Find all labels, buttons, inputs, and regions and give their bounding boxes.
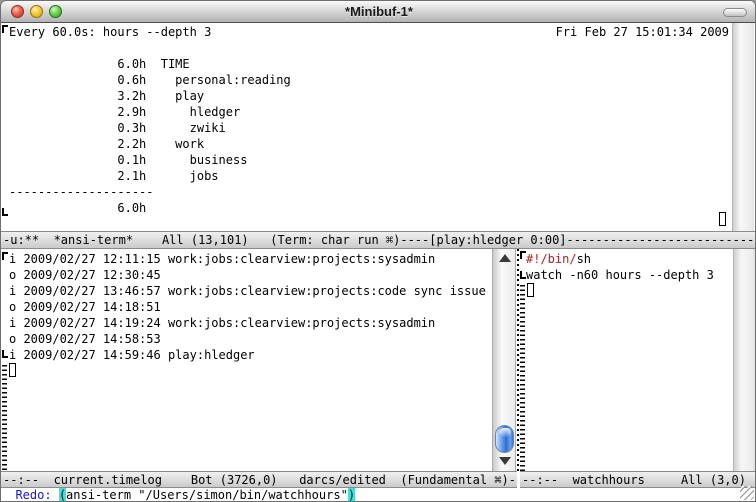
report-line: 0.6h personal:reading bbox=[9, 72, 291, 88]
timelog-window[interactable]: i 2009/02/27 12:11:15 work:jobs:clearvie… bbox=[1, 249, 492, 471]
toolbar-toggle-button[interactable] bbox=[723, 8, 747, 17]
modeline-ansi-term[interactable]: -u:** *ansi-term* All (13,101) (Term: ch… bbox=[1, 231, 756, 249]
report-line: 6.0h TIME bbox=[9, 56, 291, 72]
report-line: 2.9h hledger bbox=[9, 104, 291, 120]
timelog-line: o 2009/02/27 12:30:45 bbox=[9, 267, 486, 283]
timelog-scrollbar[interactable] bbox=[492, 249, 516, 471]
buffer-end-indicator-icon bbox=[520, 271, 526, 279]
timelog-cursor bbox=[9, 363, 16, 377]
resize-grip[interactable] bbox=[740, 486, 754, 500]
shebang-line: #!/bin/sh bbox=[526, 251, 714, 267]
timelog-line: i 2009/02/27 14:59:46 play:hledger bbox=[9, 347, 486, 363]
minibuffer-expression: ansi-term "/Users/simon/bin/watchhours" bbox=[66, 488, 348, 502]
report-line: -------------------- bbox=[9, 184, 291, 200]
modeline-timelog[interactable]: --:-- current.timelog Bot (3726,0) darcs… bbox=[1, 471, 517, 488]
script-text: #!/bin/shwatch -n60 hours --depth 3 bbox=[526, 251, 714, 283]
report-line: 2.1h jobs bbox=[9, 168, 291, 184]
matched-open-paren: ( bbox=[59, 488, 66, 502]
timelog-line: o 2009/02/27 14:58:53 bbox=[9, 331, 486, 347]
ansi-term-window[interactable]: Every 60.0s: hours --depth 3 Fri Feb 27 … bbox=[1, 23, 756, 231]
timelog-line: i 2009/02/27 13:46:57 work:jobs:clearvie… bbox=[9, 283, 486, 299]
modeline-watchhours[interactable]: --:-- watchhours All (3,0) bbox=[520, 471, 756, 488]
minibuffer-prompt: Redo: bbox=[15, 488, 58, 502]
top-window-scrollbar[interactable] bbox=[732, 23, 754, 231]
script-cursor bbox=[527, 283, 534, 297]
scrollbar-thumb[interactable] bbox=[495, 425, 514, 453]
report-line: 6.0h bbox=[9, 200, 291, 216]
timelog-line: o 2009/02/27 14:18:51 bbox=[9, 299, 486, 315]
watchhours-window[interactable]: #!/bin/shwatch -n60 hours --depth 3 bbox=[519, 249, 733, 471]
empty-lines-fringe bbox=[520, 285, 525, 471]
empty-lines-fringe bbox=[2, 365, 7, 471]
timelog-line: i 2009/02/27 14:19:24 work:jobs:clearvie… bbox=[9, 315, 486, 331]
scroll-up-arrow-icon[interactable] bbox=[499, 254, 511, 262]
watch-timestamp: Fri Feb 27 15:01:34 2009 bbox=[556, 24, 729, 40]
watch-command-text: Every 60.0s: hours --depth 3 bbox=[9, 24, 211, 40]
watchhours-scrollbar[interactable] bbox=[733, 249, 755, 471]
script-line: watch -n60 hours --depth 3 bbox=[526, 267, 714, 283]
report-line: 0.1h business bbox=[9, 152, 291, 168]
report-line: 2.2h work bbox=[9, 136, 291, 152]
hours-report: 6.0h TIME 0.6h personal:reading 3.2h pla… bbox=[9, 56, 291, 216]
buffer-end-indicator-icon bbox=[2, 208, 8, 216]
shebang-rest: sh bbox=[577, 252, 591, 266]
minibuffer[interactable]: Redo: (ansi-term "/Users/simon/bin/watch… bbox=[1, 488, 756, 502]
timelog-line: i 2009/02/27 12:11:15 work:jobs:clearvie… bbox=[9, 251, 486, 267]
emacs-frame: *Minibuf-1* Every 60.0s: hours --depth 3… bbox=[0, 0, 756, 502]
buffer-top-indicator-icon bbox=[2, 25, 8, 33]
timelog-text: i 2009/02/27 12:11:15 work:jobs:clearvie… bbox=[9, 251, 486, 363]
titlebar[interactable]: *Minibuf-1* bbox=[1, 1, 756, 23]
scroll-down-arrow-icon[interactable] bbox=[499, 457, 511, 465]
window-title: *Minibuf-1* bbox=[1, 4, 756, 19]
report-line: 0.3h zwiki bbox=[9, 120, 291, 136]
watch-header: Every 60.0s: hours --depth 3 Fri Feb 27 … bbox=[9, 24, 729, 40]
buffer-end-indicator-icon bbox=[2, 350, 8, 358]
buffer-top-indicator-icon bbox=[2, 252, 8, 260]
report-line: 3.2h play bbox=[9, 88, 291, 104]
term-cursor bbox=[719, 212, 726, 226]
matched-close-paren: ) bbox=[348, 488, 355, 502]
shebang-highlight: #!/bin/ bbox=[526, 252, 577, 266]
